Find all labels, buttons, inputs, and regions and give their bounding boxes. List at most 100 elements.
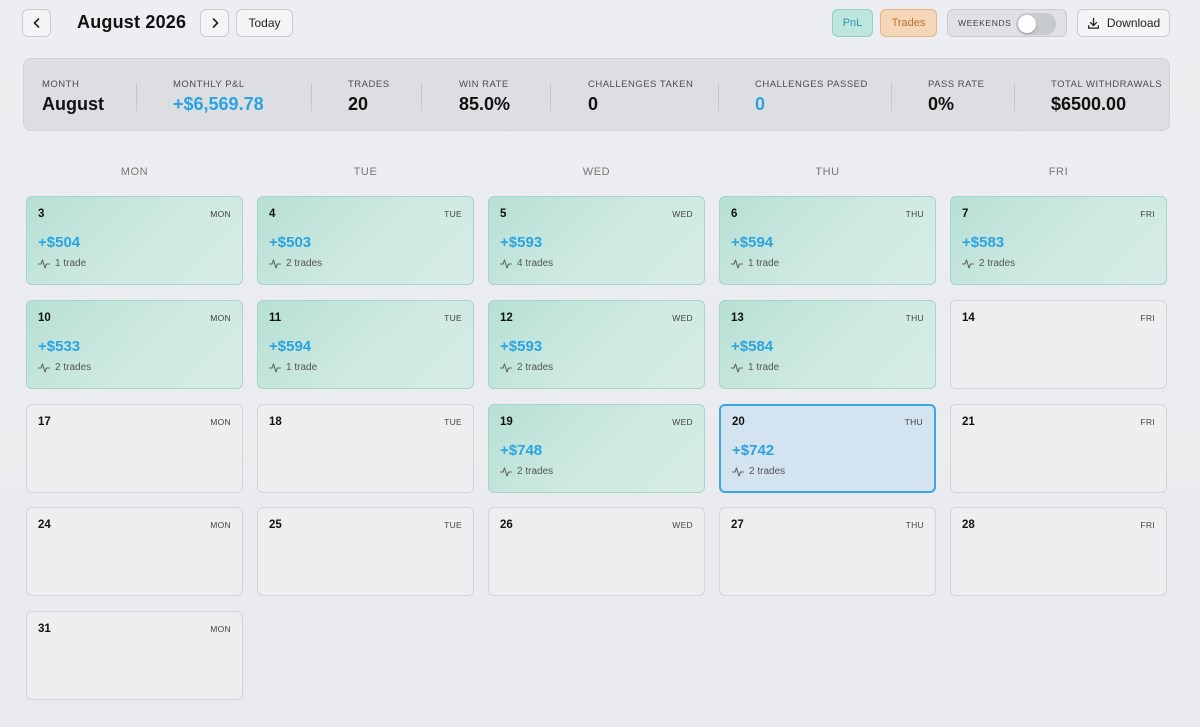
day-cell[interactable]: 13 THU +$584 1 trade xyxy=(719,300,936,389)
day-pnl: +$594 xyxy=(731,234,774,251)
stat-win-rate: Win Rate 85.0% xyxy=(459,79,510,115)
weekends-toggle-group: WEEKENDS xyxy=(947,9,1067,37)
stat-monthly-pnl: Monthly P&L +$6,569.78 xyxy=(173,79,264,115)
day-trades: 2 trades xyxy=(732,466,785,477)
day-cell[interactable]: 19 WED +$748 2 trades xyxy=(488,404,705,493)
day-pnl: +$594 xyxy=(269,338,312,355)
stat-label: Monthly P&L xyxy=(173,79,245,90)
day-cell[interactable]: 31 MON xyxy=(26,611,243,700)
day-cell[interactable]: 25 TUE xyxy=(257,507,474,596)
activity-icon xyxy=(731,362,743,373)
day-cell[interactable]: 5 WED +$593 4 trades xyxy=(488,196,705,285)
activity-icon xyxy=(731,258,743,269)
day-of-week: MON xyxy=(210,209,231,219)
day-of-week: FRI xyxy=(1140,209,1155,219)
activity-icon xyxy=(500,258,512,269)
trade-count: 2 trades xyxy=(517,466,554,477)
day-number: 19 xyxy=(500,416,513,428)
trade-count: 1 trade xyxy=(55,258,87,269)
stat-pass-rate: Pass Rate 0% xyxy=(928,79,984,115)
download-button[interactable]: Download xyxy=(1077,9,1170,37)
day-number: 13 xyxy=(731,312,744,324)
stat-label: Win Rate xyxy=(459,79,509,90)
trade-count: 1 trade xyxy=(748,258,780,269)
divider xyxy=(1014,83,1015,111)
day-cell[interactable]: 12 WED +$593 2 trades xyxy=(488,300,705,389)
day-number: 14 xyxy=(962,312,975,324)
day-number: 21 xyxy=(962,416,975,428)
day-number: 10 xyxy=(38,312,51,324)
day-cell[interactable]: 6 THU +$594 1 trade xyxy=(719,196,936,285)
day-pnl: +$584 xyxy=(731,338,774,355)
day-cell[interactable]: 24 MON xyxy=(26,507,243,596)
day-of-week: TUE xyxy=(444,313,462,323)
day-cell[interactable]: 14 FRI xyxy=(950,300,1167,389)
stat-value: 0 xyxy=(755,94,766,114)
toggle-knob xyxy=(1018,15,1036,33)
day-cell[interactable]: 4 TUE +$503 2 trades xyxy=(257,196,474,285)
day-number: 17 xyxy=(38,416,51,428)
divider xyxy=(891,83,892,111)
day-cell[interactable]: 3 MON +$504 1 trade xyxy=(26,196,243,285)
day-pnl: +$503 xyxy=(269,234,312,251)
day-cell[interactable]: 7 FRI +$583 2 trades xyxy=(950,196,1167,285)
day-of-week: MON xyxy=(210,624,231,634)
day-of-week: TUE xyxy=(444,520,462,530)
activity-icon xyxy=(732,466,744,477)
day-pnl: +$593 xyxy=(500,338,543,355)
day-cell[interactable]: 21 FRI xyxy=(950,404,1167,493)
weekends-toggle[interactable] xyxy=(1016,13,1056,35)
day-of-week: WED xyxy=(672,417,693,427)
day-cell[interactable]: 28 FRI xyxy=(950,507,1167,596)
stat-challenges-passed: Challenges Passed 0 xyxy=(755,79,868,115)
day-of-week: WED xyxy=(672,209,693,219)
monthly-stats-bar: Month August Monthly P&L +$6,569.78 Trad… xyxy=(23,58,1170,131)
stat-value: +$6,569.78 xyxy=(173,94,264,114)
stat-label: Trades xyxy=(348,79,390,90)
day-of-week: THU xyxy=(905,209,924,219)
chevron-right-icon xyxy=(212,18,218,28)
day-number: 5 xyxy=(500,208,507,220)
divider xyxy=(718,83,719,111)
day-of-week: MON xyxy=(210,313,231,323)
download-icon xyxy=(1087,17,1099,29)
day-cell[interactable]: 10 MON +$533 2 trades xyxy=(26,300,243,389)
weekends-label: WEEKENDS xyxy=(958,18,1012,28)
day-of-week: FRI xyxy=(1140,417,1155,427)
day-cell[interactable]: 27 THU xyxy=(719,507,936,596)
stat-label: Challenges Taken xyxy=(588,79,694,90)
day-number: 24 xyxy=(38,519,51,531)
day-number: 11 xyxy=(269,312,282,324)
stat-trades: Trades 20 xyxy=(348,79,390,115)
weekday-header-fri: FRI xyxy=(1048,166,1069,178)
calendar-app: August 2026 Today PnL Trades WEEKENDS Do… xyxy=(0,0,1200,727)
activity-icon xyxy=(500,466,512,477)
month-title: August 2026 xyxy=(77,12,187,32)
day-cell[interactable]: 11 TUE +$594 1 trade xyxy=(257,300,474,389)
today-button[interactable]: Today xyxy=(236,9,293,37)
chevron-left-icon xyxy=(33,18,39,28)
activity-icon xyxy=(38,362,50,373)
day-cell[interactable]: 18 TUE xyxy=(257,404,474,493)
trade-count: 4 trades xyxy=(517,258,554,269)
trades-view-button[interactable]: Trades xyxy=(880,9,937,37)
stat-label: Month xyxy=(42,79,80,90)
day-of-week: TUE xyxy=(444,417,462,427)
day-pnl: +$748 xyxy=(500,442,543,459)
trade-count: 1 trade xyxy=(748,362,780,373)
previous-month-button[interactable] xyxy=(22,9,51,37)
day-cell[interactable]: 26 WED xyxy=(488,507,705,596)
pnl-view-button[interactable]: PnL xyxy=(832,9,873,37)
weekday-header-wed: WED xyxy=(582,166,611,178)
day-trades: 2 trades xyxy=(269,258,322,269)
day-of-week: WED xyxy=(672,313,693,323)
activity-icon xyxy=(269,258,281,269)
trade-count: 2 trades xyxy=(517,362,554,373)
day-cell[interactable]: 17 MON xyxy=(26,404,243,493)
next-month-button[interactable] xyxy=(200,9,229,37)
activity-icon xyxy=(38,258,50,269)
trade-count: 2 trades xyxy=(55,362,92,373)
day-cell-today[interactable]: 20 THU +$742 2 trades xyxy=(719,404,936,493)
day-trades: 1 trade xyxy=(269,362,317,373)
day-pnl: +$742 xyxy=(732,442,775,459)
